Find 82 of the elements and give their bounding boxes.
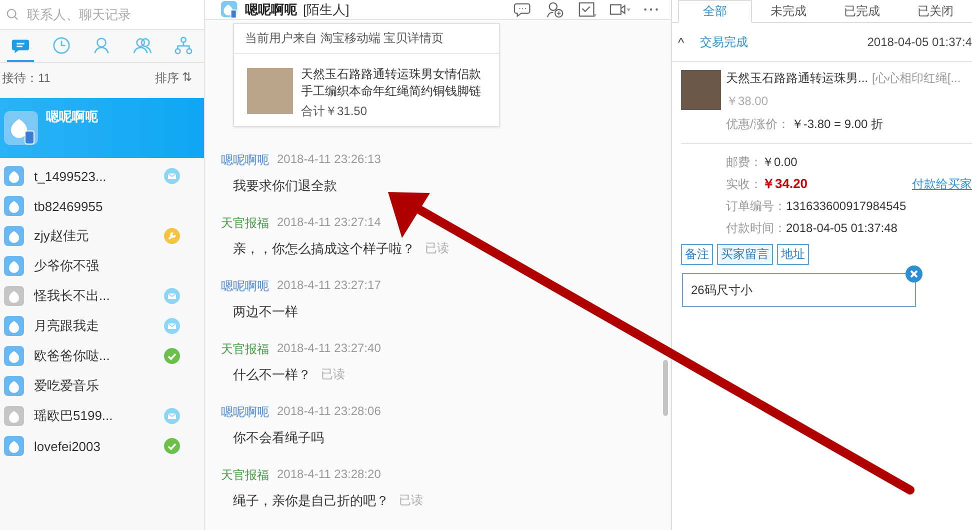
- note-tab[interactable]: 地址: [777, 244, 809, 265]
- group-icon: [133, 36, 152, 54]
- contact-item[interactable]: 怪我长不出...: [0, 281, 204, 311]
- order-tab[interactable]: 已关闭: [898, 0, 972, 22]
- field-value: ￥34.20: [762, 175, 808, 193]
- source-text: 当前用户来自 淘宝移动端 宝贝详情页: [234, 24, 499, 54]
- check-badge-icon: [164, 348, 180, 364]
- pay-link[interactable]: 付款给买家: [912, 176, 972, 192]
- message-time: 2018-4-11 23:27:17: [277, 278, 381, 294]
- order-tab[interactable]: 全部: [678, 0, 752, 23]
- clock-icon: [52, 36, 71, 54]
- envelope-badge-icon: [164, 318, 180, 334]
- message-text: 我要求你们退全款: [233, 177, 337, 195]
- total-price: 合计￥31.50: [301, 103, 368, 120]
- sort-button[interactable]: 排序 ⇅: [154, 70, 202, 86]
- photo-placeholder: [681, 70, 721, 110]
- message-text: 亲，，你怎么搞成这个样子啦？: [233, 240, 415, 258]
- product-price: ￥38.00: [726, 93, 770, 110]
- close-icon[interactable]: [905, 265, 923, 283]
- field-label: 优惠/涨价：: [726, 116, 790, 133]
- read-status: 已读: [321, 366, 345, 383]
- sender-name: 天官报福: [221, 467, 269, 484]
- product-sku: [心心相印红绳[...: [872, 70, 961, 87]
- chat-title: 嗯呢啊呃: [245, 0, 297, 18]
- hierarchy-icon: [174, 36, 194, 54]
- check-badge-icon: [164, 438, 180, 454]
- note-tab[interactable]: 买家留言: [717, 244, 773, 265]
- stranger-tag: [陌生人]: [303, 0, 350, 18]
- envelope-badge-icon: [164, 288, 180, 304]
- sender-name: 天官报福: [221, 341, 269, 358]
- envelope-badge-icon: [164, 168, 180, 184]
- collapse-caret-icon[interactable]: ^: [678, 34, 690, 50]
- sender-name: 嗯呢啊呃: [221, 404, 269, 421]
- contact-item[interactable]: tb82469955: [0, 191, 204, 221]
- field-value: 131633600917984545: [786, 199, 906, 213]
- field-value: ￥0.00: [762, 154, 798, 170]
- order-tab[interactable]: 已完成: [825, 0, 899, 22]
- message-time: 2018-4-11 23:27:14: [277, 215, 381, 231]
- field-label: 邮费：: [726, 154, 762, 170]
- sender-name: 嗯呢啊呃: [221, 278, 269, 295]
- avatar-icon: [4, 111, 38, 145]
- reception-count: 接待：11: [2, 70, 50, 86]
- read-status: 已读: [399, 492, 423, 509]
- contact-item[interactable]: 爱吃爱音乐: [0, 371, 204, 401]
- message-text: 你不会看绳子吗: [233, 429, 324, 447]
- field-value: 2018-04-05 01:37:48: [786, 221, 898, 235]
- read-status: 已读: [425, 240, 449, 257]
- order-tab[interactable]: 未完成: [752, 0, 826, 22]
- scrollbar-thumb[interactable]: [663, 360, 668, 416]
- search-input[interactable]: 联系人、聊天记录: [25, 6, 189, 23]
- message-time: 2018-4-11 23:28:20: [277, 467, 381, 483]
- field-label: 订单编号：: [726, 198, 786, 214]
- search-field[interactable]: 联系人、聊天记录: [0, 0, 204, 30]
- discount-value: ￥-3.80 = 9.00 折: [791, 116, 884, 133]
- contact-icon: [92, 36, 112, 54]
- contact-item[interactable]: 月亮跟我走: [0, 311, 204, 341]
- search-icon: [6, 8, 19, 21]
- message-text: 绳子，亲你是自己折的吧？: [233, 492, 389, 510]
- message-time: 2018-4-11 23:26:13: [277, 152, 381, 168]
- field-label: 实收：: [726, 176, 762, 192]
- photo-placeholder: [247, 68, 293, 114]
- product-title[interactable]: 天然玉石路路通转运珠男...: [726, 70, 868, 87]
- sender-name: 天官报福: [221, 215, 269, 232]
- product-title[interactable]: 天然玉石路路通转运珠男女情侣款手工编织本命年红绳简约铜钱脚链: [301, 66, 489, 100]
- note-tab[interactable]: 备注: [681, 244, 713, 265]
- field-label: 付款时间：: [726, 220, 786, 236]
- message-time: 2018-4-11 23:27:40: [277, 341, 381, 357]
- contact-item[interactable]: 少爷你不强: [0, 251, 204, 281]
- contact-item[interactable]: lovefei2003: [0, 431, 204, 461]
- order-status: 交易完成: [700, 34, 749, 50]
- order-time: 2018-04-05 01:37:4: [866, 35, 972, 49]
- envelope-badge-icon: [164, 408, 180, 424]
- message-text: 什么不一样？: [233, 366, 311, 384]
- calendar-check-icon[interactable]: [577, 0, 599, 19]
- message-text: 两边不一样: [233, 303, 298, 321]
- sender-name: 嗯呢啊呃: [221, 152, 269, 169]
- contact-item[interactable]: t_1499523...: [0, 161, 204, 191]
- wrench-badge-icon: [164, 228, 180, 244]
- contact-item[interactable]: 瑶欧巴5199...: [0, 401, 204, 431]
- contact-item[interactable]: zjy赵佳元: [0, 221, 204, 251]
- contact-item[interactable]: 欧爸爸你哒...: [0, 341, 204, 371]
- message-time: 2018-4-11 23:28:06: [277, 404, 381, 420]
